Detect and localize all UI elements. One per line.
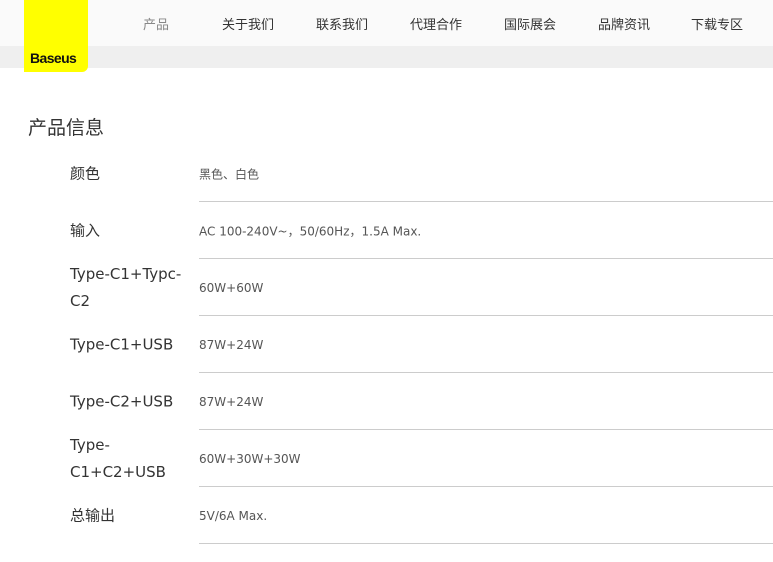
spec-value: AC 100-240V~，50/60Hz，1.5A Max.	[199, 224, 422, 238]
nav-about[interactable]: 关于我们	[222, 14, 274, 33]
spec-value: 87W+24W	[199, 337, 264, 352]
spec-label: Type-C1+C2+USB	[70, 435, 166, 481]
spec-value: 60W+30W+30W	[199, 451, 301, 466]
spec-row: Type-C1+C2+USB 60W+30W+30W	[0, 430, 773, 487]
brand-logo[interactable]: Baseus	[24, 0, 88, 72]
spec-value: 87W+24W	[199, 394, 264, 409]
spec-value: 60W+60W	[199, 280, 264, 295]
spec-row: 总输出 5V/6A Max.	[0, 487, 773, 544]
header	[0, 0, 773, 46]
nav-downloads[interactable]: 下载专区	[691, 14, 743, 33]
spec-row: Type-C2+USB 87W+24W	[0, 373, 773, 430]
nav-agency[interactable]: 代理合作	[410, 14, 462, 33]
nav-news[interactable]: 品牌资讯	[598, 14, 650, 33]
header-band	[0, 46, 773, 68]
spec-label: Type-C1+USB	[70, 335, 174, 353]
spec-row: 输入 AC 100-240V~，50/60Hz，1.5A Max.	[0, 202, 773, 259]
brand-logo-text: Baseus	[30, 50, 77, 66]
spec-row: 颜色 黑色、白色	[0, 145, 773, 202]
divider	[199, 543, 773, 544]
spec-row: Type-C1+Typc-C2 60W+60W	[0, 259, 773, 316]
spec-label: 颜色	[70, 164, 101, 182]
spec-label: 输入	[70, 221, 101, 239]
nav-products[interactable]: 产品	[143, 14, 169, 33]
nav-exhibitions[interactable]: 国际展会	[504, 14, 556, 33]
spec-label: Type-C1+Typc-C2	[70, 264, 182, 310]
spec-row: Type-C1+USB 87W+24W	[0, 316, 773, 373]
spec-label: Type-C2+USB	[70, 392, 174, 410]
spec-value: 5V/6A Max.	[199, 508, 268, 523]
section-title: 产品信息	[28, 117, 105, 139]
spec-value: 黑色、白色	[199, 167, 260, 181]
nav-contact[interactable]: 联系我们	[316, 14, 368, 33]
spec-label: 总输出	[70, 506, 116, 524]
